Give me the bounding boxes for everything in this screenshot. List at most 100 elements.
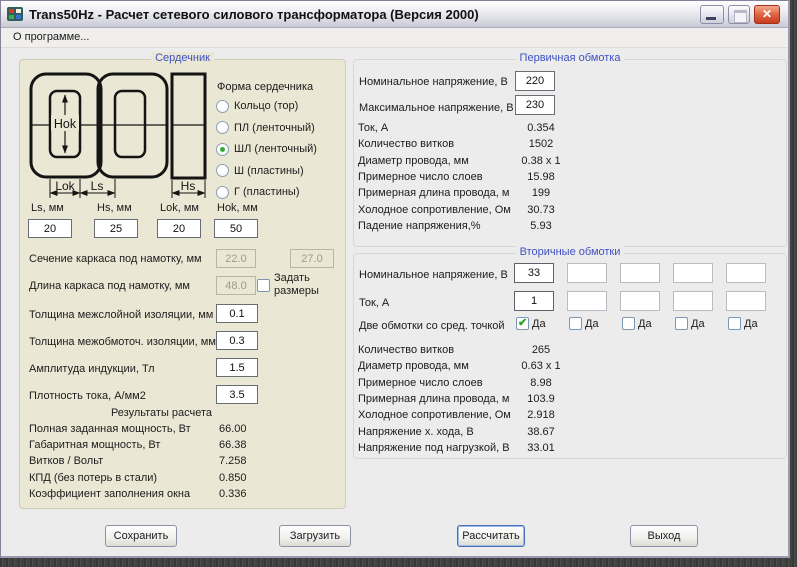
load-button[interactable]: Загрузить <box>279 525 351 547</box>
maximize-icon[interactable] <box>728 5 750 24</box>
center-tap-cell: Да <box>675 317 715 330</box>
primary-row-value: 1502 <box>501 138 581 150</box>
radio-label: Кольцо (тор) <box>234 100 298 112</box>
secondary-row-label: Напряжение х. хода, В <box>358 426 474 438</box>
result-row: Коэффициент заполнения окна 0.336 <box>1 488 346 504</box>
secondary-row-value: 103.9 <box>501 393 581 405</box>
primary-maximum-input[interactable] <box>515 95 555 115</box>
param-label: Толщина межслойной изоляции, мм <box>29 309 213 321</box>
secondary-nominal-input[interactable] <box>673 263 713 283</box>
secondary-row-label: Примерное число слоев <box>358 377 483 389</box>
center-tap-yes-label: Да <box>638 318 652 330</box>
center-tap-checkbox[interactable] <box>675 317 688 330</box>
secondary-result-row: Напряжение под нагрузкой, В 33.01 <box>1 442 787 458</box>
secondary-row-label: Диаметр провода, мм <box>358 360 469 372</box>
secondary-nominal-label: Номинальное напряжение, В <box>359 269 508 281</box>
result-label: Коэффициент заполнения окна <box>29 488 190 500</box>
secondary-current-input[interactable] <box>726 291 766 311</box>
desktop-background: Trans50Hz - Расчет сетевого силового тра… <box>0 0 797 567</box>
result-value: 0.850 <box>219 472 279 484</box>
primary-row-value: 0.354 <box>501 122 581 134</box>
secondary-current-fields <box>514 291 766 311</box>
secondary-nominal-input[interactable] <box>567 263 607 283</box>
frame-section-input-2 <box>290 249 334 268</box>
secondary-result-row: Примерное число слоев 8.98 <box>1 377 787 393</box>
result-value: 0.336 <box>219 488 279 500</box>
center-tap-checkbox[interactable] <box>516 317 529 330</box>
secondary-row-label: Напряжение под нагрузкой, В <box>358 442 510 454</box>
secondary-nominal-input[interactable] <box>620 263 660 283</box>
app-icon <box>7 6 23 22</box>
center-tap-cell: Да <box>569 317 609 330</box>
primary-row-value: 15.98 <box>501 171 581 183</box>
primary-result-row: Примерная длина провода, м 199 <box>1 187 787 203</box>
secondary-nominal-input[interactable] <box>514 263 554 283</box>
core-shape-radio[interactable]: Кольцо (тор) <box>216 99 317 113</box>
primary-result-row: Диаметр провода, мм 0.38 x 1 <box>1 155 787 171</box>
primary-result-row: Примерное число слоев 15.98 <box>1 171 787 187</box>
primary-nominal-input[interactable] <box>515 71 555 91</box>
primary-row-value: 199 <box>501 187 581 199</box>
primary-maximum-label: Максимальное напряжение, В <box>359 102 514 114</box>
primary-row-label: Ток, А <box>358 122 388 134</box>
secondary-result-row: Диаметр провода, мм 0.63 x 1 <box>1 360 787 376</box>
core-param-row: Толщина межслойной изоляции, мм <box>1 303 346 330</box>
result-label: КПД (без потерь в стали) <box>29 472 157 484</box>
primary-result-row: Ток, А 0.354 <box>1 122 787 138</box>
secondary-result-row: Количество витков 265 <box>1 344 787 360</box>
primary-result-row: Падение напряжения,% 5.93 <box>1 220 787 236</box>
center-tap-checkboxes: Да Да Да Да Да <box>516 317 768 330</box>
primary-row-label: Диаметр провода, мм <box>358 155 469 167</box>
secondary-current-input[interactable] <box>567 291 607 311</box>
secondary-results: Количество витков 265 Диаметр провода, м… <box>1 344 787 458</box>
center-tap-checkbox[interactable] <box>569 317 582 330</box>
secondary-current-input[interactable] <box>514 291 554 311</box>
menu-bar: О программе... <box>1 28 788 48</box>
app-window: Trans50Hz - Расчет сетевого силового тра… <box>0 0 790 558</box>
secondary-current-input[interactable] <box>620 291 660 311</box>
center-tap-cell: Да <box>516 317 556 330</box>
primary-group-title: Первичная обмотка <box>516 52 625 64</box>
primary-result-row: Количество витков 1502 <box>1 138 787 154</box>
exit-button[interactable]: Выход <box>630 525 698 547</box>
primary-results: Ток, А 0.354 Количество витков 1502 Диам… <box>1 122 787 236</box>
secondary-result-row: Холодное сопротивление, Ом 2.918 <box>1 409 787 425</box>
primary-row-value: 0.38 x 1 <box>501 155 581 167</box>
secondary-row-label: Холодное сопротивление, Ом <box>358 409 511 421</box>
frame-length-label: Длина каркаса под намотку, мм <box>29 280 190 292</box>
save-button[interactable]: Сохранить <box>105 525 177 547</box>
primary-nominal-label: Номинальное напряжение, В <box>359 76 508 88</box>
title-bar: Trans50Hz - Расчет сетевого силового тра… <box>1 1 788 28</box>
calculate-button[interactable]: Рассчитать <box>457 525 525 547</box>
secondary-row-value: 38.67 <box>501 426 581 438</box>
window-title: Trans50Hz - Расчет сетевого силового тра… <box>29 7 479 22</box>
secondary-result-row: Примерная длина провода, м 103.9 <box>1 393 787 409</box>
secondary-row-value: 2.918 <box>501 409 581 421</box>
core-shape-label: Форма сердечника <box>217 81 313 93</box>
secondary-row-value: 8.98 <box>501 377 581 389</box>
close-icon[interactable]: ✕ <box>754 5 780 24</box>
center-tap-cell: Да <box>728 317 768 330</box>
radio-icon[interactable] <box>216 100 229 113</box>
secondary-current-input[interactable] <box>673 291 713 311</box>
primary-row-value: 30.73 <box>501 204 581 216</box>
set-sizes-checkbox[interactable] <box>257 279 270 292</box>
minimize-icon[interactable] <box>700 5 724 24</box>
center-tap-checkbox[interactable] <box>728 317 741 330</box>
center-tap-yes-label: Да <box>691 318 705 330</box>
center-tap-cell: Да <box>622 317 662 330</box>
frame-section-label: Сечение каркаса под намотку, мм <box>29 253 202 265</box>
center-tap-checkbox[interactable] <box>622 317 635 330</box>
center-tap-yes-label: Да <box>585 318 599 330</box>
secondary-row-value: 0.63 x 1 <box>501 360 581 372</box>
primary-row-value: 5.93 <box>501 220 581 232</box>
param-input[interactable] <box>216 304 258 323</box>
core-group-title: Сердечник <box>151 52 214 64</box>
center-tap-yes-label: Да <box>744 318 758 330</box>
primary-row-label: Падение напряжения,% <box>358 220 481 232</box>
menu-about[interactable]: О программе... <box>9 28 93 47</box>
primary-row-label: Количество витков <box>358 138 454 150</box>
secondary-row-label: Примерная длина провода, м <box>358 393 509 405</box>
secondary-nominal-input[interactable] <box>726 263 766 283</box>
frame-section-input-1 <box>216 249 256 268</box>
